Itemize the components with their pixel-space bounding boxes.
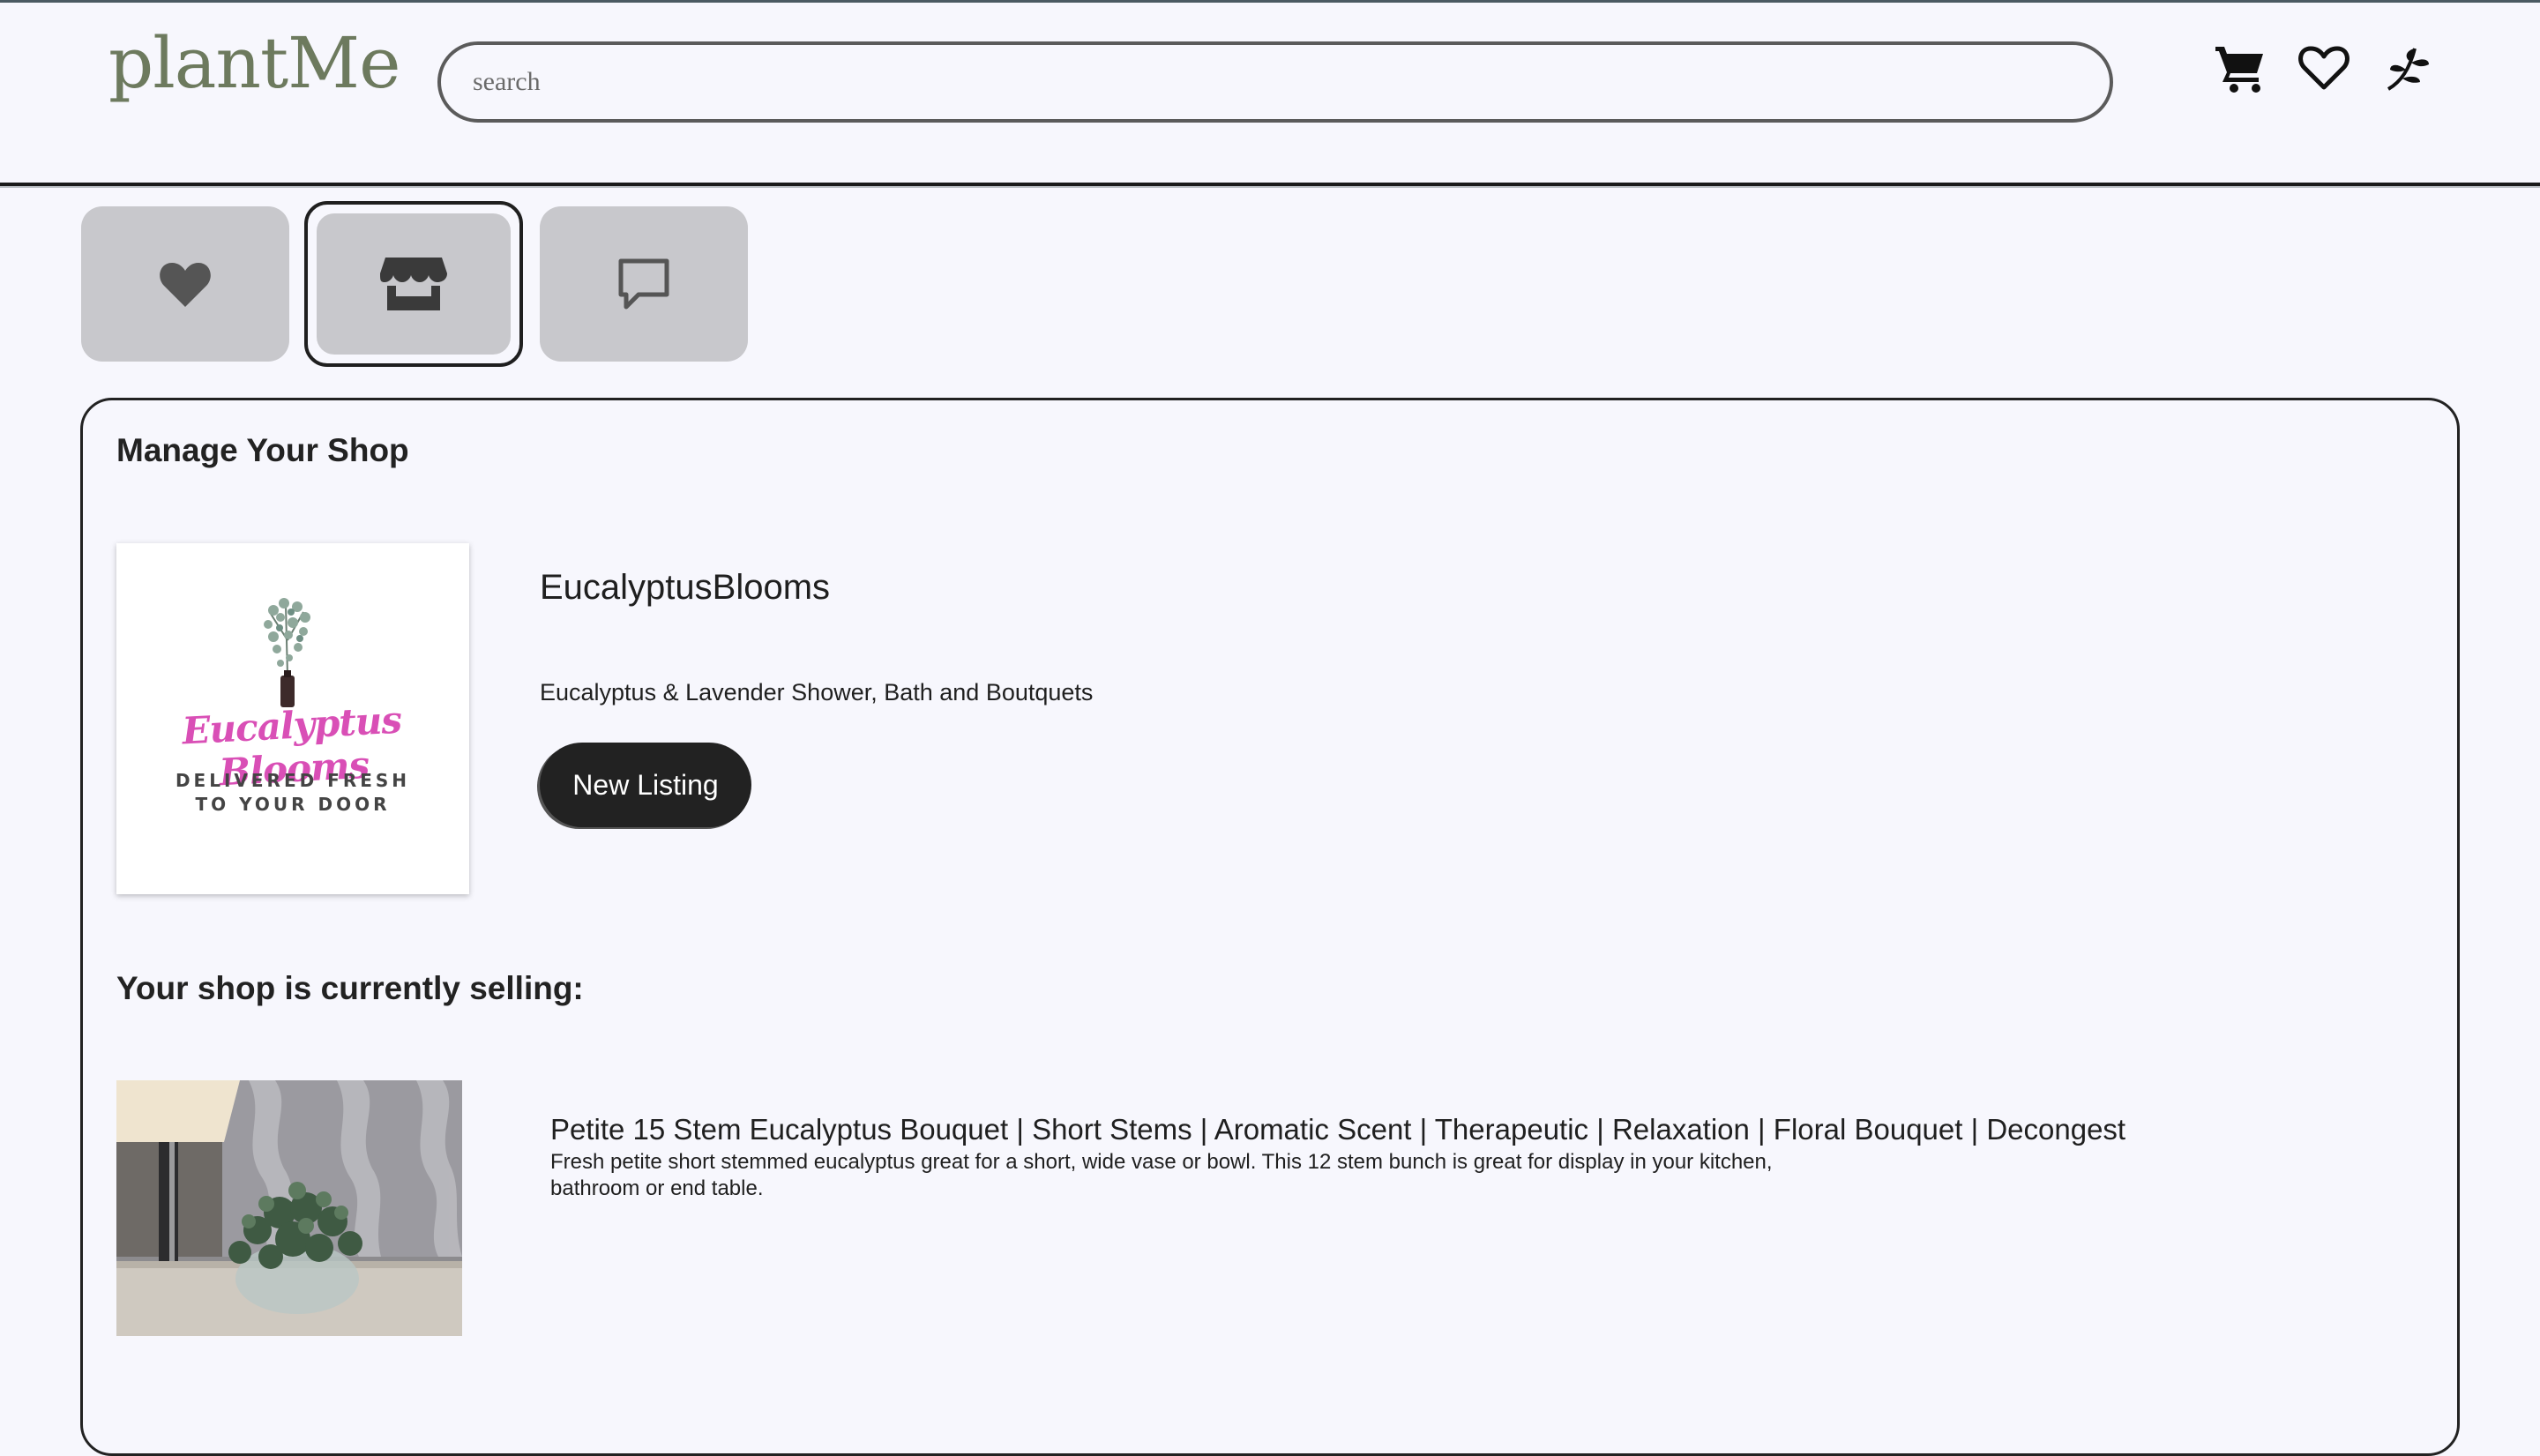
shop-description: Eucalyptus & Lavender Shower, Bath and B… <box>540 679 1094 706</box>
tab-favorites[interactable] <box>81 206 289 362</box>
eucalyptus-bottle-illustration <box>264 598 310 707</box>
eucalyptus-bouquet-photo <box>116 1080 462 1336</box>
search-input[interactable] <box>437 41 2113 123</box>
message-icon <box>618 258 669 310</box>
listing-description: Fresh petite short stemmed eucalyptus gr… <box>550 1150 1773 1200</box>
shop-logo-image: Eucalyptus Blooms DELIVERED FRESH TO YOU… <box>116 543 469 894</box>
store-icon <box>380 258 447 310</box>
cart-icon[interactable] <box>2212 40 2268 96</box>
new-listing-button[interactable]: New Listing <box>540 743 751 827</box>
shop-name: EucalyptusBlooms <box>540 568 831 607</box>
shop-logo-tagline: DELIVERED FRESH TO YOUR DOOR <box>175 770 411 815</box>
sprout-icon[interactable] <box>2379 40 2436 96</box>
listing-image[interactable] <box>116 1080 462 1336</box>
listing-title[interactable]: Petite 15 Stem Eucalyptus Bouquet | Shor… <box>550 1113 2125 1146</box>
tab-messages[interactable] <box>540 206 748 362</box>
selling-heading: Your shop is currently selling: <box>116 970 584 1006</box>
page-title: Manage Your Shop <box>116 432 409 468</box>
heart-icon <box>160 263 211 307</box>
tab-shop[interactable] <box>317 213 511 355</box>
top-nav: plantMe <box>0 3 2540 186</box>
site-logo[interactable]: plantMe <box>108 22 400 104</box>
heart-icon[interactable] <box>2296 40 2352 96</box>
